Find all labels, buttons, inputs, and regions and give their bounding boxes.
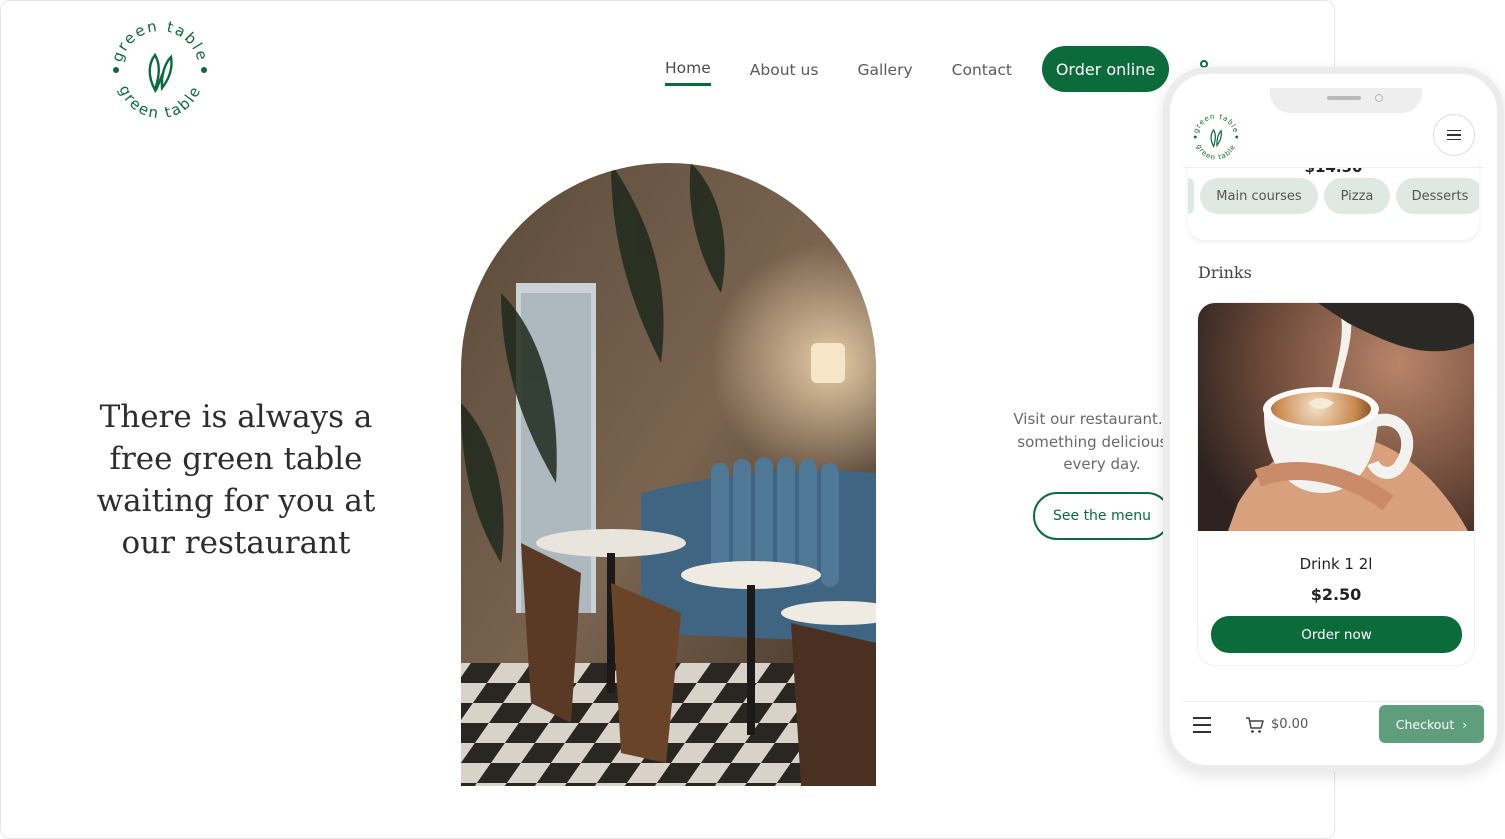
category-chips: Main courses Pizza Desserts (1188, 178, 1479, 216)
main-nav: Home About us Gallery Contact (665, 59, 1051, 86)
mobile-menu-button[interactable] (1433, 114, 1475, 156)
nav-gallery[interactable]: Gallery (857, 61, 912, 85)
order-now-button[interactable]: Order now (1211, 616, 1462, 653)
restaurant-interior-image (461, 163, 876, 786)
desktop-site-preview: green table green table Home About us Ga… (0, 0, 1335, 839)
checkout-label: Checkout (1395, 716, 1455, 732)
mobile-leaf-icon (1210, 128, 1223, 149)
mobile-logo-text-bottom: green table (1195, 143, 1237, 162)
svg-text:green table: green table (108, 17, 212, 64)
mobile-bottom-bar: $0.00 Checkout › (1183, 701, 1484, 750)
section-title-drinks: Drinks (1198, 263, 1252, 282)
svg-text:green table: green table (1195, 143, 1238, 162)
drink-name: Drink 1 2l (1299, 555, 1373, 573)
see-menu-button[interactable]: See the menu (1033, 492, 1171, 540)
mobile-logo-text-top: green table (1191, 112, 1240, 134)
nav-contact[interactable]: Contact (952, 61, 1012, 85)
mobile-logo[interactable]: green table green table (1191, 112, 1241, 162)
drink-card[interactable]: Drink 1 2l $2.50 Order now (1197, 302, 1475, 666)
phone-notch (1270, 88, 1422, 113)
order-online-button[interactable]: Order online (1042, 46, 1169, 92)
drink-price: $2.50 (1310, 585, 1362, 604)
mobile-header: green table green table (1183, 108, 1484, 168)
logo-text-bottom: green table (115, 82, 203, 122)
menu-icon (1447, 129, 1461, 132)
svg-text:green table: green table (1191, 112, 1241, 134)
svg-text:green table: green table (115, 82, 205, 122)
logo-text-top: green table (108, 17, 210, 64)
latte-image (1198, 303, 1474, 531)
mobile-screen: $14.50 green table green table Main cour… (1183, 88, 1484, 750)
chevron-right-icon: › (1462, 716, 1468, 732)
chip-desserts[interactable]: Desserts (1396, 178, 1479, 214)
checkout-button[interactable]: Checkout › (1379, 705, 1484, 743)
cart-total: $0.00 (1271, 717, 1309, 732)
leaf-icon (148, 52, 173, 94)
chip-pizza[interactable]: Pizza (1324, 178, 1390, 214)
nav-home[interactable]: Home (665, 59, 711, 86)
bottom-menu-icon[interactable] (1193, 717, 1211, 733)
cart-icon[interactable] (1245, 715, 1265, 735)
nav-about-us[interactable]: About us (750, 61, 819, 85)
logo[interactable]: green table green table (107, 17, 213, 123)
chip-partial[interactable] (1188, 178, 1194, 214)
mobile-preview: $14.50 green table green table Main cour… (1163, 67, 1504, 772)
hero-heading: There is always a free green table waiti… (96, 399, 376, 561)
chip-main-courses[interactable]: Main courses (1200, 178, 1318, 214)
